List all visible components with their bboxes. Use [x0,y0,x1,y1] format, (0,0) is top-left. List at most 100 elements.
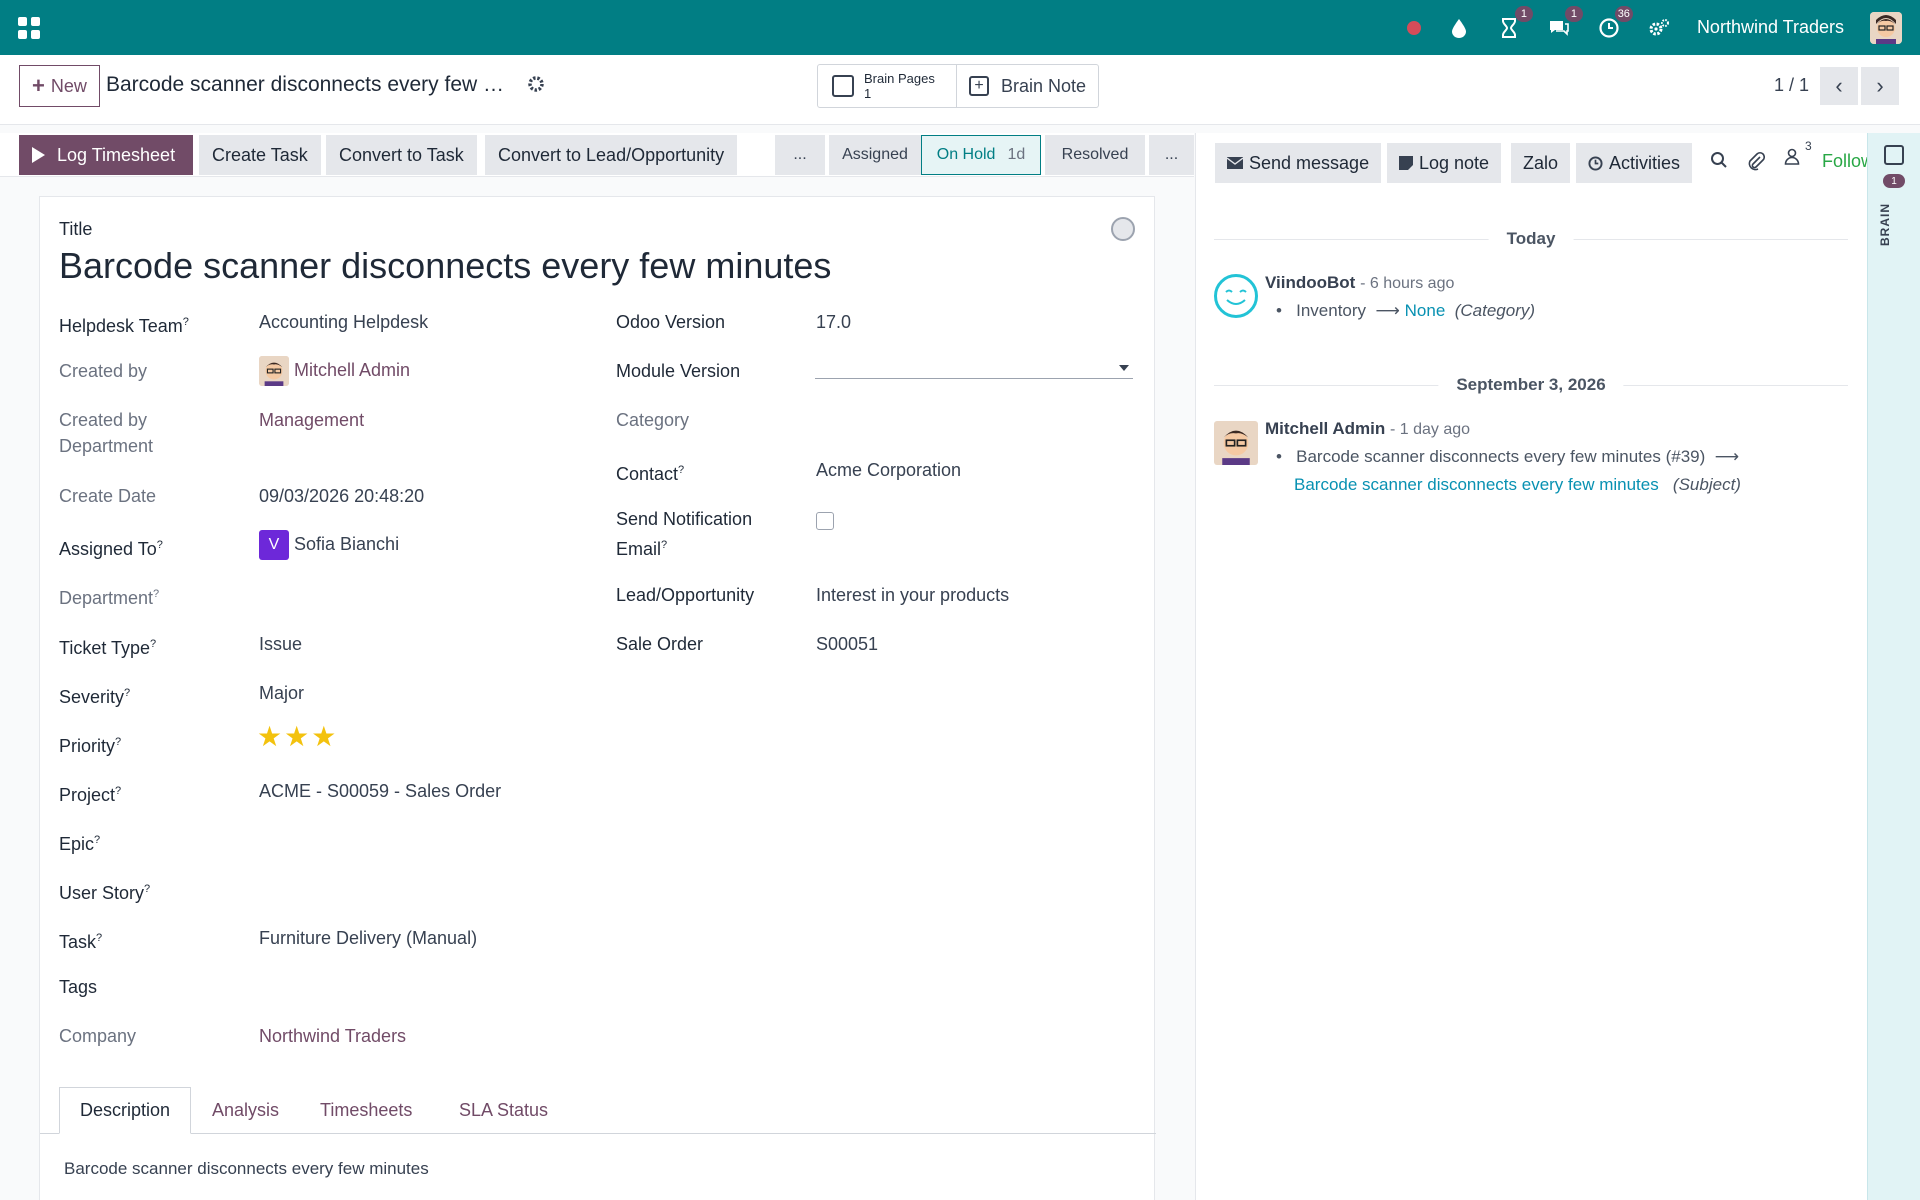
create-task-button[interactable]: Create Task [199,135,321,175]
star-icon[interactable]: ★ [257,721,282,752]
gear-icon[interactable] [527,75,545,99]
brain-count-badge: 1 [1883,174,1905,188]
tab-description[interactable]: Description [59,1087,192,1134]
kanban-state-toggle[interactable] [1111,217,1135,241]
company-field[interactable]: Northwind Traders [259,1023,406,1049]
new-value: Barcode scanner disconnects every few mi… [1294,475,1659,494]
timer-icon[interactable]: 36 [1597,5,1633,40]
stage-resolved[interactable]: Resolved [1045,135,1145,175]
settings-gears-icon[interactable] [1647,16,1671,40]
activities-label: Activities [1609,152,1681,173]
company-switcher[interactable]: Northwind Traders [1697,17,1844,38]
description-editor[interactable]: Barcode scanner disconnects every few mi… [64,1159,429,1179]
form-statusbar: Log Timesheet Create Task Convert to Tas… [0,133,1194,177]
assigned-to-field[interactable]: V Sofia Bianchi [259,530,399,560]
created-by-field[interactable]: Mitchell Admin [259,356,410,386]
play-icon [32,147,45,163]
recording-indicator-icon[interactable] [1406,20,1421,35]
message-author[interactable]: ViindooBot - 6 hours ago [1265,273,1454,293]
brain-label: BRAIN [1878,203,1892,246]
tab-sla-status[interactable]: SLA Status [439,1087,568,1134]
brain-pages-button[interactable]: Brain Pages 1 [818,65,957,107]
convert-to-lead-button[interactable]: Convert to Lead/Opportunity [485,135,738,175]
assigned-to-name: Sofia Bianchi [294,533,400,554]
contact-label: Contact? [616,464,685,484]
stage-assigned[interactable]: Assigned [829,135,921,175]
activities-button[interactable]: Activities [1576,143,1693,183]
log-timesheet-button[interactable]: Log Timesheet [19,135,193,175]
note-icon[interactable] [1884,145,1904,165]
date-label: Today [1488,229,1574,249]
send-message-button[interactable]: Send message [1215,143,1382,183]
stage-more-after[interactable]: ... [1149,135,1194,175]
paperclip-icon[interactable] [1747,151,1766,176]
form-sheet: Title Barcode scanner disconnects every … [39,196,1156,1200]
tab-analysis[interactable]: Analysis [192,1087,299,1134]
pager-previous-button[interactable]: ‹ [1820,67,1858,105]
apps-menu-icon[interactable] [18,16,40,39]
avatar [259,356,289,386]
helpdesk-team-field[interactable]: Accounting Helpdesk [259,309,428,335]
date-separator: Today [1214,229,1848,249]
star-icon[interactable]: ★ [311,721,336,752]
new-button[interactable]: + New [19,65,100,107]
pager-next-button[interactable]: › [1861,67,1899,105]
odoo-version-field[interactable]: 17.0 [816,309,851,335]
company-label: Company [59,1026,137,1046]
module-version-label: Module Version [616,361,741,381]
author-name: Mitchell Admin [1265,419,1386,438]
followers-button[interactable]: 3 [1784,139,1812,170]
created-by-department-field[interactable]: Management [259,407,364,433]
brain-side-panel[interactable]: 1 BRAIN [1867,133,1920,1200]
old-value: Inventory [1296,301,1367,320]
drop-icon[interactable] [1447,16,1471,40]
pager-value[interactable]: 1 / 1 [1774,75,1809,96]
ticket-title-field[interactable]: Barcode scanner disconnects every few mi… [59,245,831,287]
send-notification-email-checkbox[interactable] [816,512,834,530]
plus-icon: + [32,73,45,98]
tracking-value: • Inventory ⟶ None (Category) [1276,301,1536,320]
created-by-department-label: Created by Department [59,410,154,456]
user-icon [1784,148,1800,165]
severity-label: Severity? [59,687,131,707]
message-author[interactable]: Mitchell Admin - 1 day ago [1265,419,1470,439]
search-icon[interactable] [1710,151,1728,174]
followers-count: 3 [1805,139,1812,153]
avatar: V [259,530,289,560]
zalo-button[interactable]: Zalo [1511,143,1571,183]
create-date-label: Create Date [59,486,157,506]
lead-opportunity-label: Lead/Opportunity [616,585,755,605]
project-field[interactable]: ACME - S00059 - Sales Order [259,778,501,804]
log-timesheet-label: Log Timesheet [57,144,176,165]
module-version-select[interactable] [815,351,1133,379]
stage-on-hold[interactable]: On Hold 1d [921,135,1041,175]
lead-opportunity-field[interactable]: Interest in your products [816,582,1009,608]
severity-field[interactable]: Major [259,680,304,706]
hourglass-icon[interactable]: 1 [1497,5,1533,40]
user-story-label: User Story? [59,883,151,903]
tags-label: Tags [59,977,98,997]
tracking-value: • Barcode scanner disconnects every few … [1276,447,1740,466]
stage-label: Assigned [842,146,908,163]
priority-stars[interactable]: ★★★ [257,721,338,753]
task-field[interactable]: Furniture Delivery (Manual) [259,925,477,951]
title-label: Title [59,219,93,239]
caret-down-icon [1119,365,1129,371]
clock-icon [1588,155,1603,171]
stage-more-before[interactable]: ... [775,135,825,175]
convert-to-task-button[interactable]: Convert to Task [326,135,477,175]
messages-badge: 1 [1564,5,1583,22]
brain-note-button[interactable]: + Brain Note [957,65,1098,107]
contact-field[interactable]: Acme Corporation [816,457,961,483]
log-note-button[interactable]: Log note [1387,143,1502,183]
stage-label: Resolved [1061,146,1129,163]
arrow-right-icon: ⟶ [1370,301,1400,320]
ticket-type-field[interactable]: Issue [259,631,302,657]
sale-order-field[interactable]: S00051 [816,631,878,657]
chat-icon[interactable]: 1 [1547,5,1583,40]
user-avatar[interactable] [1870,11,1902,44]
tab-timesheets[interactable]: Timesheets [300,1087,432,1134]
star-icon[interactable]: ★ [284,721,309,752]
ticket-type-label: Ticket Type? [59,638,157,658]
new-value: None [1404,301,1446,320]
